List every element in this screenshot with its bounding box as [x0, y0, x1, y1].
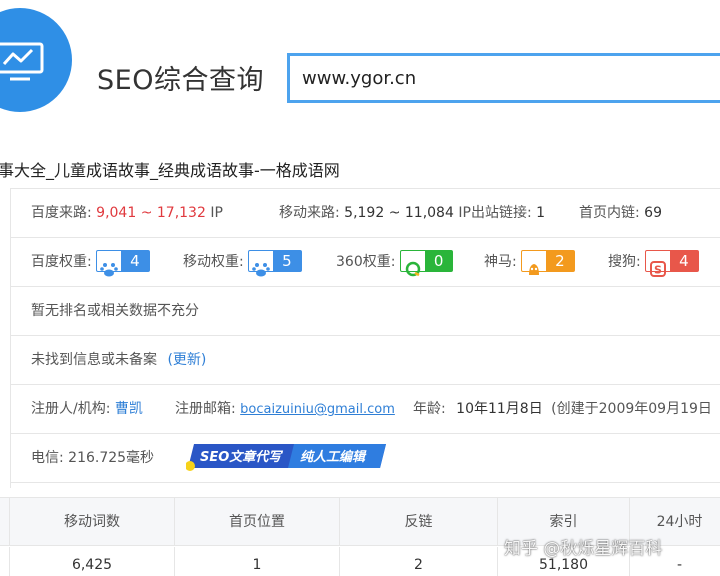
- registrant-label: 注册人/机构:: [31, 401, 111, 417]
- telecom-row: 电信: 216.725毫秒 SEO文章代写 纯人工编辑: [11, 434, 720, 483]
- mobile-traffic-label: 移动来路:: [279, 205, 340, 221]
- weight-360-label: 360权重:: [336, 254, 396, 270]
- baidu-weight-badge[interactable]: 4: [96, 249, 150, 276]
- whois-row: 注册人/机构: 曹凯 注册邮箱: bocaizuiniu@gmail.com 年…: [11, 385, 720, 434]
- beian-text: 未找到信息或未备案: [31, 352, 157, 368]
- monitor-chart-icon: [0, 42, 44, 81]
- seo-info-panel: 百度来路: 9,041 ~ 17,132 IP 移动来路: 5,192 ~ 11…: [10, 188, 720, 488]
- email-label: 注册邮箱:: [175, 401, 236, 417]
- email-link[interactable]: bocaizuiniu@gmail.com: [240, 402, 395, 417]
- sogou-weight-badge[interactable]: S 4: [645, 249, 699, 277]
- shenma-weight-badge[interactable]: 2: [521, 249, 575, 275]
- table-header-home-position: 首页位置: [175, 498, 340, 546]
- table-cell-mobile-words: 6,425: [10, 547, 175, 576]
- mobile-traffic-range: 5,192 ~ 11,084: [344, 205, 454, 221]
- baidu-weight-label: 百度权重:: [31, 254, 92, 270]
- age-value: 10年11月8日: [456, 401, 543, 417]
- baidu-traffic-range: 9,041 ~ 17,132: [96, 205, 206, 221]
- baidu-traffic-unit: IP: [210, 205, 223, 221]
- sogou-logo-icon: S: [646, 251, 670, 277]
- homelinks-value: 69: [644, 205, 662, 221]
- weight-360-badge[interactable]: 0: [399, 249, 454, 276]
- app-title: SEO综合查询: [97, 65, 264, 96]
- registrant-value[interactable]: 曹凯: [115, 401, 143, 417]
- outlinks-value: 1: [536, 205, 546, 221]
- table-cell-spacer: [0, 547, 10, 576]
- beian-row: 未找到信息或未备案 (更新): [11, 336, 720, 385]
- ranking-row: 暂无排名或相关数据不充分: [11, 287, 720, 336]
- outlinks-label: 出站链接:: [471, 205, 532, 221]
- baidu-traffic-label: 百度来路:: [31, 205, 92, 221]
- 360-logo-icon: [401, 251, 425, 276]
- zhihu-watermark: 知乎 @秋烁星辉百科: [504, 539, 663, 559]
- ranking-note: 暂无排名或相关数据不充分: [31, 303, 199, 319]
- table-header-backlinks: 反链: [340, 498, 498, 546]
- mobile-weight-badge[interactable]: 5: [248, 249, 302, 276]
- promo-right-text: 纯人工编辑: [300, 450, 366, 465]
- shenma-horse-icon: [522, 251, 546, 275]
- telecom-latency: 电信: 216.725毫秒: [31, 450, 155, 466]
- table-header-spacer: [0, 498, 10, 546]
- shenma-label: 神马:: [484, 254, 517, 270]
- promo-banner[interactable]: SEO文章代写 纯人工编辑: [185, 442, 396, 472]
- weights-row: 百度权重: 4 移动权重: 5 360权重: 0 神马: 2 搜狗: S 4: [11, 238, 720, 287]
- mobile-traffic-unit: IP: [458, 205, 471, 221]
- created-date: (创建于2009年09月19日: [551, 401, 712, 417]
- traffic-row: 百度来路: 9,041 ~ 17,132 IP 移动来路: 5,192 ~ 11…: [11, 189, 720, 238]
- sogou-label: 搜狗:: [608, 254, 641, 270]
- age-label: 年龄:: [413, 401, 446, 417]
- app-logo: [0, 8, 72, 112]
- mobile-weight-value: 5: [273, 250, 301, 271]
- baidu-paw-icon: [249, 251, 273, 276]
- beian-update-link[interactable]: (更新): [167, 352, 206, 368]
- table-cell-home-position: 1: [175, 547, 340, 576]
- site-title: 事大全_儿童成语故事_经典成语故事-一格成语网: [0, 161, 340, 180]
- baidu-weight-value: 4: [121, 250, 149, 271]
- baidu-paw-icon: [97, 251, 121, 276]
- sogou-weight-value: 4: [670, 250, 698, 271]
- homelinks-label: 首页内链:: [579, 205, 640, 221]
- svg-text:S: S: [654, 263, 662, 276]
- promo-left-text: SEO文章代写: [200, 450, 282, 465]
- table-cell-backlinks[interactable]: 2: [340, 547, 498, 576]
- weight-360-value: 0: [424, 250, 453, 271]
- mobile-weight-label: 移动权重:: [183, 254, 244, 270]
- shenma-weight-value: 2: [546, 250, 574, 271]
- table-header-mobile-words: 移动词数: [10, 498, 175, 546]
- domain-search-input[interactable]: [287, 53, 720, 103]
